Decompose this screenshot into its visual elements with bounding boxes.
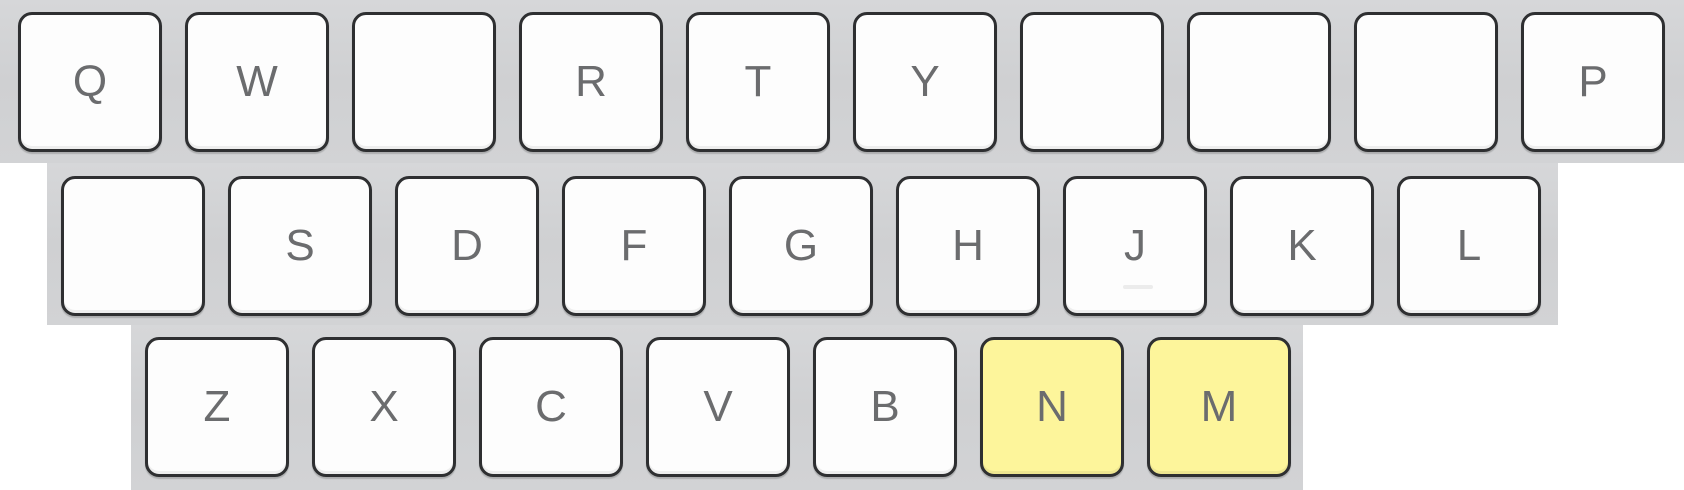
key-k[interactable]: K [1230,176,1374,316]
key-l[interactable]: L [1397,176,1541,316]
key-label: W [236,57,278,106]
key-n[interactable]: N [980,337,1124,477]
key-s[interactable]: S [228,176,372,316]
key-t[interactable]: T [686,12,830,152]
key-label: Z [203,382,231,431]
keyboard-row-2: S D F G H J K L [47,163,1558,325]
key-blank-a[interactable] [61,176,205,316]
keyboard-row-3: Z X C V B N M [131,325,1303,490]
key-blank-u[interactable] [1020,12,1164,152]
key-label: S [285,221,315,270]
key-f[interactable]: F [562,176,706,316]
key-blank-o[interactable] [1354,12,1498,152]
key-label: T [744,57,772,106]
key-v[interactable]: V [646,337,790,477]
key-label: G [783,221,819,270]
key-z[interactable]: Z [145,337,289,477]
key-j[interactable]: J [1063,176,1207,316]
key-b[interactable]: B [813,337,957,477]
key-label: D [451,221,483,270]
key-m[interactable]: M [1147,337,1291,477]
key-y[interactable]: Y [853,12,997,152]
key-label: P [1578,57,1608,106]
key-label: K [1287,221,1317,270]
key-w[interactable]: W [185,12,329,152]
key-label: X [369,382,399,431]
key-r[interactable]: R [519,12,663,152]
key-label: F [620,221,648,270]
key-q[interactable]: Q [18,12,162,152]
key-g[interactable]: G [729,176,873,316]
key-label: H [952,221,984,270]
key-label: B [870,382,900,431]
key-blank-e[interactable] [352,12,496,152]
key-label: Y [910,57,940,106]
key-label: Q [72,57,108,106]
key-x[interactable]: X [312,337,456,477]
key-h[interactable]: H [896,176,1040,316]
key-label: V [703,382,733,431]
key-p[interactable]: P [1521,12,1665,152]
key-label: M [1200,382,1238,431]
key-d[interactable]: D [395,176,539,316]
key-label: C [535,382,567,431]
home-row-bump-icon [1123,285,1153,289]
key-blank-i[interactable] [1187,12,1331,152]
key-label: J [1124,221,1146,270]
key-label: L [1456,221,1482,270]
key-label: R [575,57,607,106]
key-c[interactable]: C [479,337,623,477]
key-label: N [1036,382,1068,431]
keyboard-row-1: Q W R T Y P [0,0,1684,163]
